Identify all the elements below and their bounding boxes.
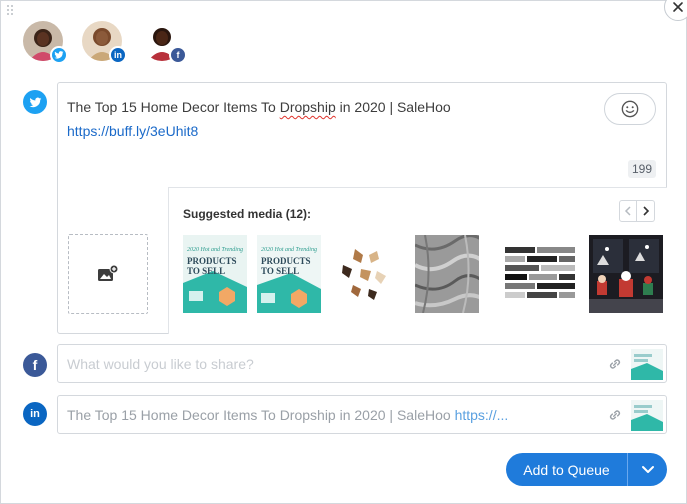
linkedin-post-link[interactable]: https://...: [455, 407, 509, 423]
composer-dialog: in f The Top 15 Home Decor Items To Drop…: [0, 0, 687, 504]
post-text-start: The Top 15 Home Decor Items To: [67, 99, 280, 115]
suggested-media-thumbnail[interactable]: [415, 235, 479, 313]
avatar-twitter-profile[interactable]: [23, 21, 68, 64]
drag-handle-icon[interactable]: [7, 5, 17, 17]
previous-button[interactable]: [619, 200, 637, 222]
misspelled-word[interactable]: Dropship: [280, 99, 336, 115]
twitter-composer[interactable]: The Top 15 Home Decor Items To Dropship …: [57, 82, 667, 334]
suggested-media-panel: Suggested media (12): 2020 Hot and Trend…: [168, 187, 667, 334]
add-to-queue-button[interactable]: Add to Queue: [506, 453, 628, 486]
chevron-left-icon: [624, 206, 631, 216]
close-icon: [673, 2, 683, 12]
thumbnail-caption: 2020 Hot and Trending: [187, 247, 243, 253]
suggested-media-label: Suggested media (12):: [183, 207, 312, 221]
upload-media-button[interactable]: [68, 234, 148, 314]
linkedin-icon: in: [109, 46, 127, 64]
emoji-button[interactable]: [604, 93, 656, 125]
suggested-media-thumbnail[interactable]: [503, 235, 579, 313]
facebook-placeholder: What would you like to share?: [67, 356, 254, 372]
link-button[interactable]: [604, 353, 626, 375]
suggested-media-nav: [619, 200, 655, 222]
facebook-icon: f: [23, 353, 47, 377]
facebook-icon: f: [169, 46, 187, 64]
avatar-facebook-profile[interactable]: f: [142, 21, 187, 64]
post-text[interactable]: The Top 15 Home Decor Items To Dropship …: [67, 95, 451, 143]
chevron-right-icon: [642, 206, 649, 216]
twitter-icon: [23, 90, 47, 114]
chevron-down-icon: [641, 466, 654, 473]
linkedin-icon: in: [23, 402, 47, 426]
add-to-queue-split-button: Add to Queue: [506, 453, 667, 486]
attached-media-thumbnail[interactable]: [631, 349, 663, 380]
avatar-linkedin-profile[interactable]: in: [82, 21, 127, 64]
thumbnail-heading: PRODUCTS TO SELL: [261, 256, 311, 276]
suggested-media-thumbnail[interactable]: 2020 Hot and Trending PRODUCTS TO SELL: [257, 235, 321, 313]
thumbnail-caption: 2020 Hot and Trending: [261, 247, 317, 253]
next-button[interactable]: [637, 200, 655, 222]
link-button[interactable]: [604, 404, 626, 426]
post-text-end: in 2020 | SaleHoo: [335, 99, 451, 115]
linkedin-composer[interactable]: The Top 15 Home Decor Items To Dropship …: [57, 395, 667, 434]
close-button[interactable]: [664, 0, 687, 21]
suggested-media-thumbnail[interactable]: [589, 235, 663, 313]
link-icon: [609, 410, 621, 420]
smiley-face-icon: [621, 100, 639, 118]
suggested-media-thumbnail[interactable]: 2020 Hot and Trending PRODUCTS TO SELL: [183, 235, 247, 313]
link-icon: [609, 359, 621, 369]
attached-media-thumbnail[interactable]: [631, 400, 663, 431]
add-image-icon: [98, 265, 119, 281]
thumbnail-heading: PRODUCTS TO SELL: [187, 256, 237, 276]
character-count: 199: [627, 160, 656, 178]
facebook-composer[interactable]: What would you like to share?: [57, 344, 667, 383]
queue-options-dropdown[interactable]: [628, 453, 667, 486]
post-link[interactable]: https://buff.ly/3eUhit8: [67, 119, 451, 143]
linkedin-post-text: The Top 15 Home Decor Items To Dropship …: [67, 407, 509, 423]
twitter-bird-icon: [50, 46, 68, 64]
suggested-media-thumbnail[interactable]: [333, 235, 397, 313]
